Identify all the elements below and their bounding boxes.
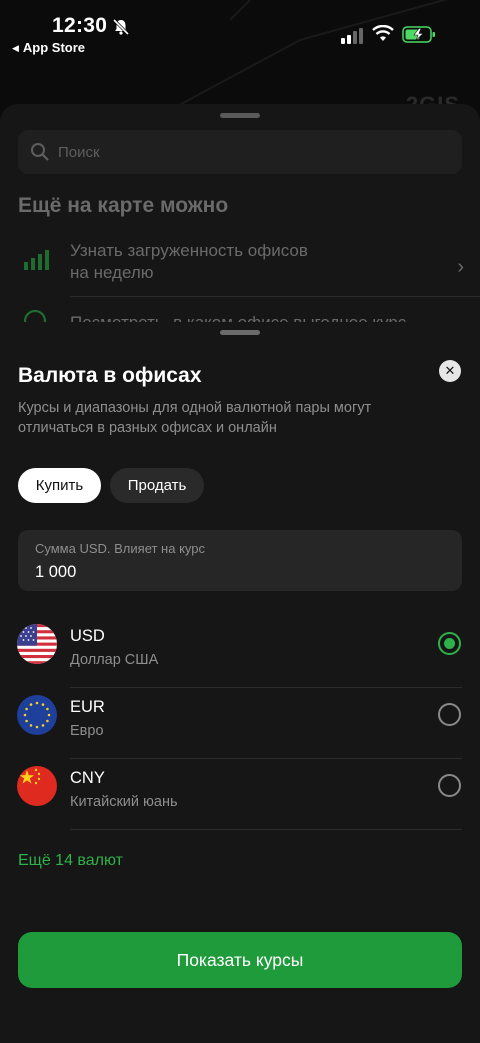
radio-eur[interactable]	[438, 703, 461, 726]
divider	[70, 296, 480, 297]
currency-row-eur[interactable]: EUR Евро	[0, 688, 480, 759]
currency-sheet: Валюта в офисах ✕ Курсы и диапазоны для …	[0, 322, 480, 1043]
eu-flag-icon	[17, 695, 57, 735]
status-bar: 12:30 ◀ App Store	[0, 0, 480, 60]
list-item-office-load[interactable]: Узнать загруженность офисов на неделю ›	[0, 240, 480, 296]
sheet-subtitle: Курсы и диапазоны для одной валютной пар…	[18, 400, 372, 436]
office-load-line1: Узнать загруженность офисов	[70, 241, 308, 260]
tab-sell[interactable]: Продать	[110, 468, 204, 503]
wifi-icon	[372, 25, 394, 41]
currency-code: USD	[70, 627, 105, 645]
sheet-handle[interactable]	[220, 330, 260, 335]
more-currencies-link[interactable]: Ещё 14 валют	[18, 852, 123, 870]
currency-row-cny[interactable]: CNY Китайский юань	[0, 759, 480, 830]
background-sheet-handle[interactable]	[220, 113, 260, 118]
radio-cny[interactable]	[438, 774, 461, 797]
bar-chart-icon	[24, 250, 49, 270]
search-placeholder: Поиск	[58, 144, 100, 161]
show-rates-button[interactable]: Показать курсы	[18, 932, 462, 988]
status-time: 12:30	[52, 14, 108, 37]
divider	[70, 829, 462, 830]
bell-muted-icon	[112, 18, 130, 36]
amount-value: 1 000	[35, 563, 77, 581]
amount-label: Сумма USD. Влияет на курс	[35, 541, 205, 556]
chevron-right-icon: ›	[457, 256, 464, 278]
back-triangle-icon: ◀	[12, 43, 19, 53]
cellular-signal-icon	[341, 28, 363, 44]
cn-flag-icon	[17, 766, 57, 806]
battery-charging-icon	[402, 26, 435, 43]
tab-buy[interactable]: Купить	[18, 468, 101, 503]
close-icon: ✕	[444, 363, 456, 378]
us-flag-icon	[17, 624, 57, 664]
search-icon	[31, 143, 49, 161]
sheet-title: Валюта в офисах	[18, 364, 202, 387]
currency-name: Китайский юань	[70, 794, 178, 810]
search-input[interactable]: Поиск	[18, 130, 462, 174]
radio-usd-selected[interactable]	[438, 632, 461, 655]
back-to-app-store[interactable]: ◀ App Store	[12, 40, 85, 55]
currency-name: Евро	[70, 723, 104, 739]
under-sheet-title: Ещё на карте можно	[18, 194, 229, 217]
currency-code: CNY	[70, 769, 105, 787]
office-load-line2: на неделю	[70, 263, 154, 282]
amount-field[interactable]: Сумма USD. Влияет на курс 1 000	[18, 530, 462, 591]
currency-row-usd[interactable]: USD Доллар США	[0, 617, 480, 688]
back-app-label: App Store	[22, 40, 86, 55]
close-button[interactable]: ✕	[439, 360, 461, 382]
currency-code: EUR	[70, 698, 105, 716]
currency-name: Доллар США	[70, 652, 159, 668]
